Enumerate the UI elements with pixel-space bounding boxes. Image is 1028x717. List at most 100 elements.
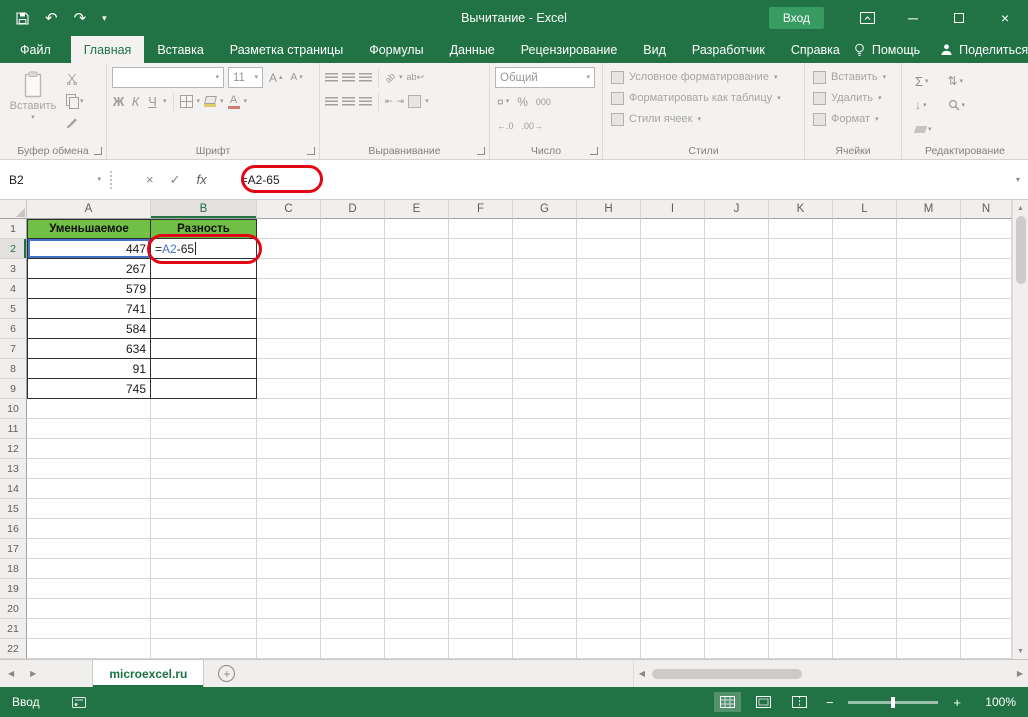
cell-D18[interactable] <box>321 559 385 579</box>
cell-J12[interactable] <box>705 439 769 459</box>
cell-M9[interactable] <box>897 379 961 399</box>
cell-A3[interactable]: 267 <box>27 259 151 279</box>
cell-M7[interactable] <box>897 339 961 359</box>
row-header-9[interactable]: 9 <box>0 379 27 399</box>
cell-H16[interactable] <box>577 519 641 539</box>
cell-C22[interactable] <box>257 639 321 659</box>
wrap-text-button[interactable]: ab↩ <box>407 72 425 83</box>
grow-font-button[interactable]: А▴ <box>267 68 285 88</box>
cell-B9[interactable] <box>151 379 257 399</box>
cell-D14[interactable] <box>321 479 385 499</box>
row-header-10[interactable]: 10 <box>0 399 27 419</box>
cut-button[interactable] <box>64 69 86 89</box>
row-header-21[interactable]: 21 <box>0 619 27 639</box>
cell-E20[interactable] <box>385 599 449 619</box>
zoom-slider-thumb[interactable] <box>891 697 895 708</box>
cell-L13[interactable] <box>833 459 897 479</box>
cell-B17[interactable] <box>151 539 257 559</box>
cell-F5[interactable] <box>449 299 513 319</box>
cell-C8[interactable] <box>257 359 321 379</box>
select-all-button[interactable] <box>0 200 27 219</box>
increase-indent-button[interactable]: ⇥ <box>397 96 405 107</box>
cell-D16[interactable] <box>321 519 385 539</box>
cell-F21[interactable] <box>449 619 513 639</box>
fill-button[interactable]: ↓▾ <box>913 95 934 115</box>
cell-N17[interactable] <box>961 539 1012 559</box>
cell-H3[interactable] <box>577 259 641 279</box>
close-button[interactable]: × <box>982 0 1028 36</box>
cell-K16[interactable] <box>769 519 833 539</box>
cell-C20[interactable] <box>257 599 321 619</box>
cell-N3[interactable] <box>961 259 1012 279</box>
cell-F3[interactable] <box>449 259 513 279</box>
cell-B5[interactable] <box>151 299 257 319</box>
tab-page-layout[interactable]: Разметка страницы <box>217 36 356 63</box>
cell-N20[interactable] <box>961 599 1012 619</box>
cell-N16[interactable] <box>961 519 1012 539</box>
cell-B4[interactable] <box>151 279 257 299</box>
alignment-dialog-launcher[interactable] <box>477 147 485 155</box>
cell-B19[interactable] <box>151 579 257 599</box>
cell-L17[interactable] <box>833 539 897 559</box>
cell-I19[interactable] <box>641 579 705 599</box>
cell-F19[interactable] <box>449 579 513 599</box>
scroll-down-icon[interactable]: ▼ <box>1013 643 1028 659</box>
cell-F18[interactable] <box>449 559 513 579</box>
cell-H11[interactable] <box>577 419 641 439</box>
cell-A9[interactable]: 745 <box>27 379 151 399</box>
cell-G14[interactable] <box>513 479 577 499</box>
cell-C18[interactable] <box>257 559 321 579</box>
cell-B18[interactable] <box>151 559 257 579</box>
column-header-H[interactable]: H <box>577 200 641 219</box>
cell-K17[interactable] <box>769 539 833 559</box>
cell-H4[interactable] <box>577 279 641 299</box>
horizontal-scrollbar[interactable]: ◀ ▶ <box>633 660 1028 687</box>
row-header-6[interactable]: 6 <box>0 319 27 339</box>
cell-I1[interactable] <box>641 219 705 239</box>
cell-B22[interactable] <box>151 639 257 659</box>
cell-K12[interactable] <box>769 439 833 459</box>
cell-A11[interactable] <box>27 419 151 439</box>
copy-button[interactable]: ▾ <box>64 91 86 111</box>
cell-C6[interactable] <box>257 319 321 339</box>
horizontal-scroll-thumb[interactable] <box>652 669 802 679</box>
cell-I20[interactable] <box>641 599 705 619</box>
scroll-up-icon[interactable]: ▲ <box>1013 200 1028 216</box>
paste-button[interactable]: Вставить ▾ <box>5 67 61 121</box>
cell-N2[interactable] <box>961 239 1012 259</box>
cell-A20[interactable] <box>27 599 151 619</box>
cell-N12[interactable] <box>961 439 1012 459</box>
cell-G15[interactable] <box>513 499 577 519</box>
row-header-4[interactable]: 4 <box>0 279 27 299</box>
cell-I12[interactable] <box>641 439 705 459</box>
cell-J6[interactable] <box>705 319 769 339</box>
cell-A4[interactable]: 579 <box>27 279 151 299</box>
row-header-22[interactable]: 22 <box>0 639 27 659</box>
cell-M2[interactable] <box>897 239 961 259</box>
cell-B13[interactable] <box>151 459 257 479</box>
cell-J13[interactable] <box>705 459 769 479</box>
row-header-1[interactable]: 1 <box>0 219 27 239</box>
cell-L19[interactable] <box>833 579 897 599</box>
cell-I15[interactable] <box>641 499 705 519</box>
row-header-20[interactable]: 20 <box>0 599 27 619</box>
cell-C9[interactable] <box>257 379 321 399</box>
redo-icon[interactable]: ↷ <box>74 11 87 26</box>
cell-N22[interactable] <box>961 639 1012 659</box>
cell-H15[interactable] <box>577 499 641 519</box>
cell-D20[interactable] <box>321 599 385 619</box>
cell-E7[interactable] <box>385 339 449 359</box>
cell-C19[interactable] <box>257 579 321 599</box>
cell-B3[interactable] <box>151 259 257 279</box>
cell-B21[interactable] <box>151 619 257 639</box>
cell-J7[interactable] <box>705 339 769 359</box>
cell-A10[interactable] <box>27 399 151 419</box>
cell-J14[interactable] <box>705 479 769 499</box>
cell-J20[interactable] <box>705 599 769 619</box>
cell-F2[interactable] <box>449 239 513 259</box>
cell-E2[interactable] <box>385 239 449 259</box>
cell-G20[interactable] <box>513 599 577 619</box>
cell-G11[interactable] <box>513 419 577 439</box>
cell-C16[interactable] <box>257 519 321 539</box>
cell-A13[interactable] <box>27 459 151 479</box>
